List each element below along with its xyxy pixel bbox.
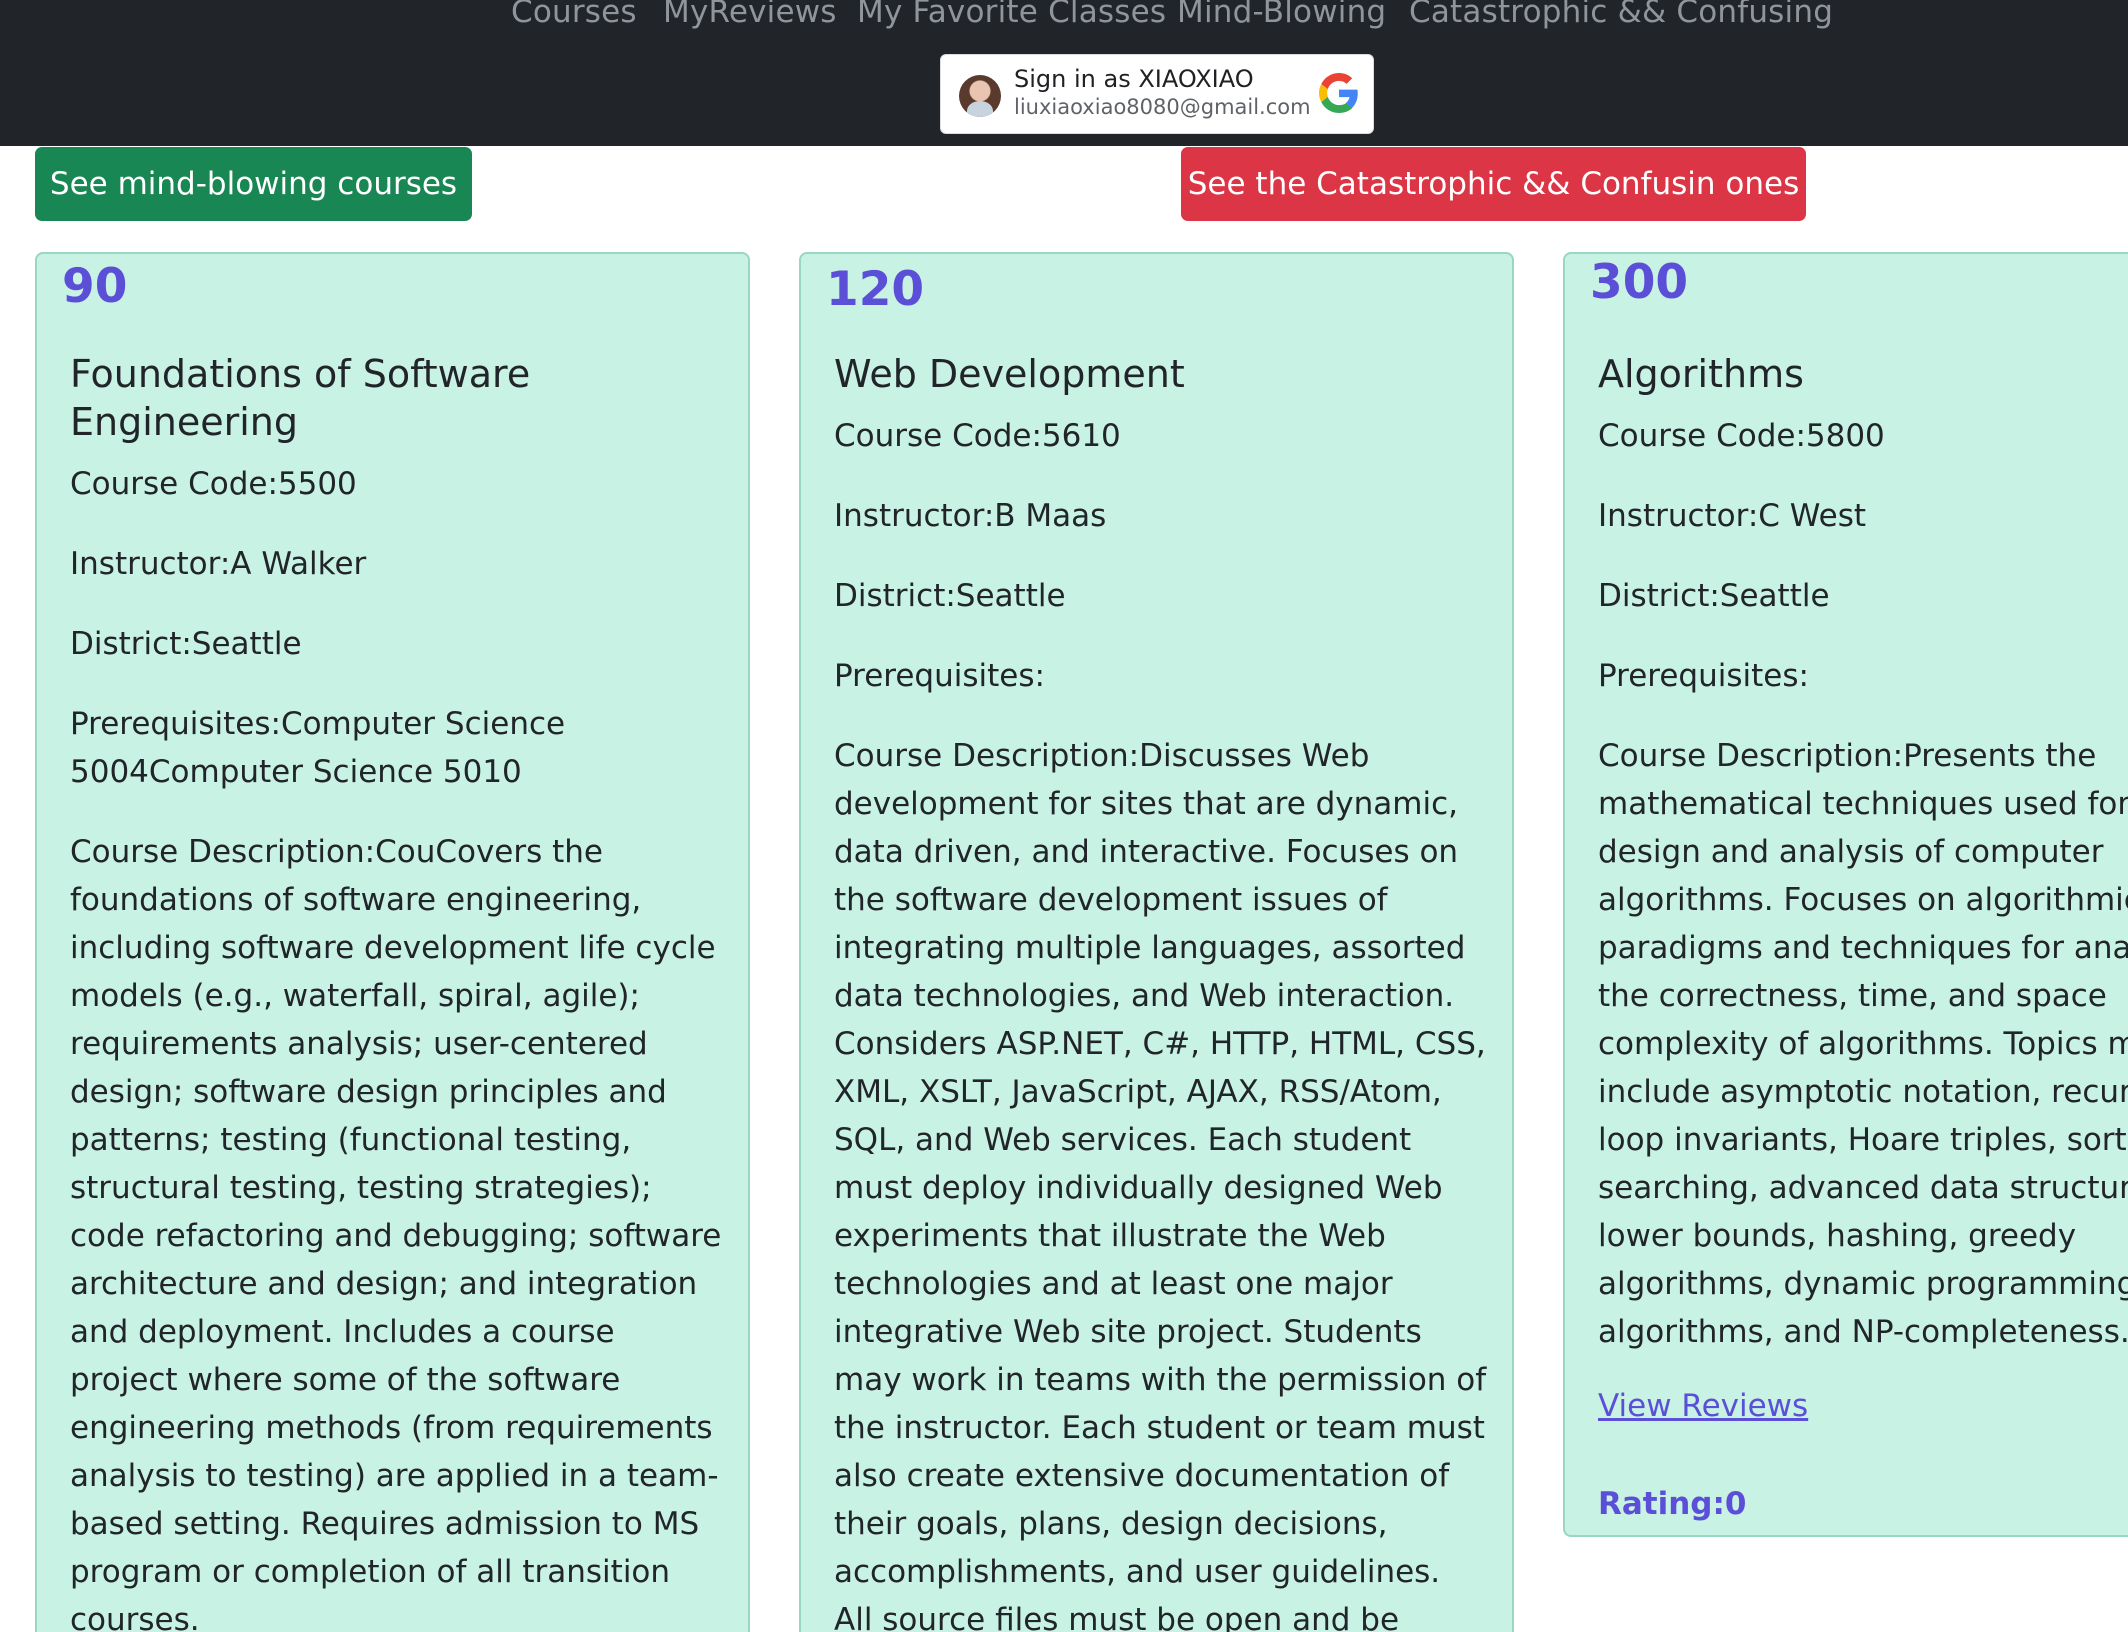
course-card: 90 Foundations of Software Engineering C… (35, 252, 750, 1632)
course-number: 120 (826, 262, 925, 317)
view-reviews-link[interactable]: View Reviews (1598, 1388, 1808, 1424)
course-body: Algorithms Course Code:5800 Instructor:C… (1598, 350, 2128, 1522)
course-code: Course Code:5800 (1598, 418, 1885, 454)
course-rating: Rating:0 (1598, 1486, 1747, 1522)
course-instructor: Instructor:A Walker (70, 546, 367, 582)
course-district: District:Seattle (70, 626, 302, 662)
course-title: Web Development (834, 352, 1185, 396)
course-code: Course Code:5610 (834, 418, 1121, 454)
course-instructor: Instructor:B Maas (834, 498, 1107, 534)
course-instructor: Instructor:C West (1598, 498, 1867, 534)
signin-email: liuxiaoxiao8080@gmail.com (1014, 95, 1311, 119)
course-prerequisites: Prerequisites: (1598, 658, 1809, 694)
nav-link-myreviews[interactable]: MyReviews (663, 0, 837, 30)
see-mind-blowing-button[interactable]: See mind-blowing courses (35, 147, 472, 221)
course-description: Course Description:Presents the mathemat… (1598, 738, 2128, 1350)
nav-link-mind-blowing[interactable]: Mind-Blowing (1177, 0, 1386, 30)
signin-name: Sign in as XIAOXIAO (1014, 65, 1254, 93)
nav-link-favorite-classes[interactable]: My Favorite Classes (857, 0, 1166, 30)
google-g-icon (1319, 73, 1358, 113)
course-code: Course Code:5500 (70, 466, 357, 502)
course-number: 300 (1590, 255, 1689, 310)
top-navbar: Courses MyReviews My Favorite Classes Mi… (0, 0, 2128, 146)
course-title: Foundations of Software Engineering (70, 352, 531, 444)
course-card: 300 Algorithms Course Code:5800 Instruct… (1563, 252, 2128, 1537)
course-title: Algorithms (1598, 352, 1804, 396)
see-catastrophic-button[interactable]: See the Catastrophic && Confusin ones (1181, 147, 1806, 221)
course-prerequisites: Prerequisites:Computer Science 5004Compu… (70, 706, 566, 790)
avatar (959, 75, 1001, 117)
google-signin-button[interactable]: Sign in as XIAOXIAO liuxiaoxiao8080@gmai… (940, 54, 1374, 134)
course-number: 90 (62, 259, 128, 314)
course-body: Web Development Course Code:5610 Instruc… (834, 350, 1488, 1632)
course-district: District:Seattle (1598, 578, 1830, 614)
nav-links: Courses MyReviews My Favorite Classes Mi… (0, 0, 2128, 40)
course-card: 120 Web Development Course Code:5610 Ins… (799, 252, 1514, 1632)
course-body: Foundations of Software Engineering Cour… (70, 350, 724, 1632)
course-description: Course Description:Discusses Web develop… (834, 738, 1487, 1632)
nav-link-courses[interactable]: Courses (511, 0, 637, 30)
course-description: Course Description:CouCovers the foundat… (70, 834, 722, 1632)
course-prerequisites: Prerequisites: (834, 658, 1045, 694)
course-district: District:Seattle (834, 578, 1066, 614)
nav-link-catastrophic[interactable]: Catastrophic && Confusing (1409, 0, 1833, 30)
